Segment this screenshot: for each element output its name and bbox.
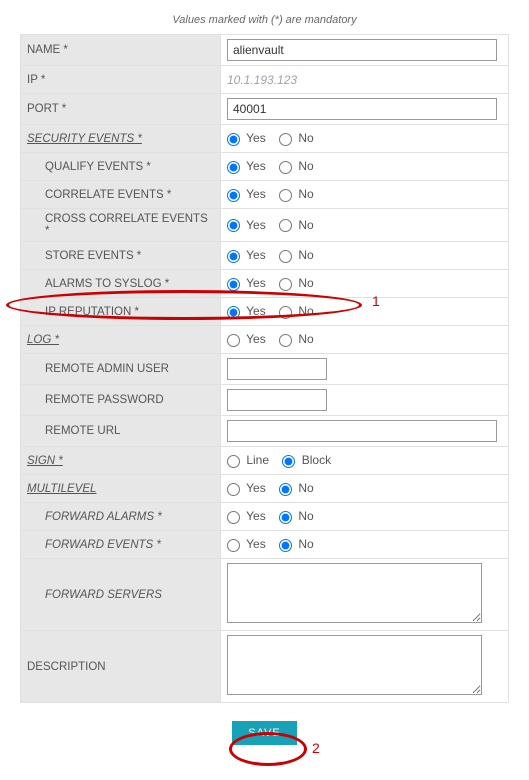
label-multilevel: MULTILEVEL [21, 475, 221, 503]
label-sign: SIGN * [21, 447, 221, 475]
label-log: LOG * [21, 326, 221, 354]
correlate-events-yes[interactable] [227, 189, 240, 202]
forward-events-no[interactable] [279, 539, 292, 552]
security-events-yes[interactable] [227, 133, 240, 146]
port-input[interactable] [227, 98, 497, 120]
label-forward-servers: FORWARD SERVERS [21, 559, 221, 631]
log-yes[interactable] [227, 334, 240, 347]
label-remote-admin-user: REMOTE ADMIN USER [21, 354, 221, 385]
label-ip-reputation: IP REPUTATION * [21, 298, 221, 326]
ip-reputation-yes[interactable] [227, 306, 240, 319]
description-input[interactable] [227, 635, 482, 695]
remote-admin-user-input[interactable] [227, 358, 327, 380]
label-correlate-events: CORRELATE EVENTS * [21, 181, 221, 209]
remote-url-input[interactable] [227, 420, 497, 442]
label-remote-url: REMOTE URL [21, 416, 221, 447]
label-description: DESCRIPTION [21, 631, 221, 703]
forward-servers-input[interactable] [227, 563, 482, 623]
label-port: PORT * [21, 94, 221, 125]
log-no[interactable] [279, 334, 292, 347]
label-cross-correlate-events: CROSS CORRELATE EVENTS * [21, 209, 221, 242]
qualify-events-no[interactable] [279, 161, 292, 174]
correlate-events-no[interactable] [279, 189, 292, 202]
label-qualify-events: QUALIFY EVENTS * [21, 153, 221, 181]
forward-alarms-yes[interactable] [227, 511, 240, 524]
store-events-no[interactable] [279, 250, 292, 263]
label-name: NAME * [21, 35, 221, 66]
alarms-to-syslog-no[interactable] [279, 278, 292, 291]
label-ip: IP * [21, 66, 221, 94]
save-button[interactable]: SAVE [232, 721, 297, 745]
alarms-to-syslog-yes[interactable] [227, 278, 240, 291]
config-form: NAME * IP * 10.1.193.123 PORT * SECURITY… [20, 34, 509, 703]
label-alarms-to-syslog: ALARMS TO SYSLOG * [21, 270, 221, 298]
store-events-yes[interactable] [227, 250, 240, 263]
remote-password-input[interactable] [227, 389, 327, 411]
cross-correlate-events-yes[interactable] [227, 219, 240, 232]
sign-block[interactable] [282, 455, 295, 468]
cross-correlate-events-no[interactable] [279, 219, 292, 232]
ip-reputation-no[interactable] [279, 306, 292, 319]
sign-line[interactable] [227, 455, 240, 468]
forward-events-yes[interactable] [227, 539, 240, 552]
forward-alarms-no[interactable] [279, 511, 292, 524]
label-remote-password: REMOTE PASSWORD [21, 385, 221, 416]
multilevel-yes[interactable] [227, 483, 240, 496]
ip-value: 10.1.193.123 [227, 73, 297, 87]
multilevel-no[interactable] [279, 483, 292, 496]
name-input[interactable] [227, 39, 497, 61]
label-security-events: SECURITY EVENTS * [21, 125, 221, 153]
security-events-no[interactable] [279, 133, 292, 146]
qualify-events-yes[interactable] [227, 161, 240, 174]
mandatory-note: Values marked with (*) are mandatory [20, 0, 509, 34]
label-forward-events: FORWARD EVENTS * [21, 531, 221, 559]
label-forward-alarms: FORWARD ALARMS * [21, 503, 221, 531]
label-store-events: STORE EVENTS * [21, 242, 221, 270]
